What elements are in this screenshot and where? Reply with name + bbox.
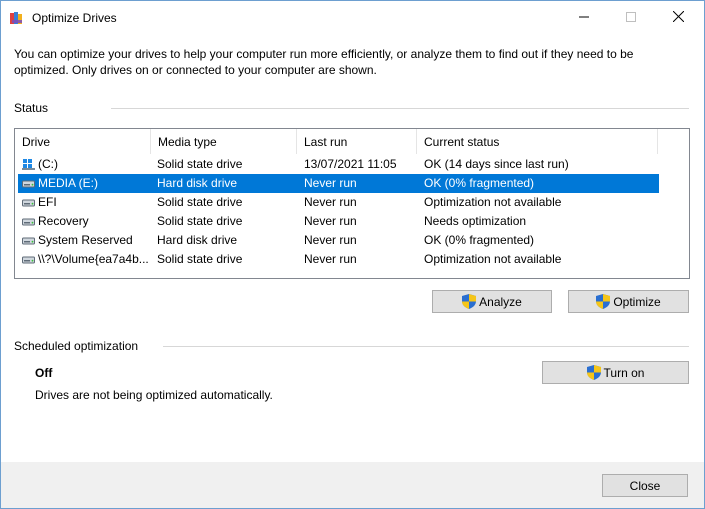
close-button[interactable]: Close (602, 474, 688, 497)
description-text: You can optimize your drives to help you… (14, 47, 634, 77)
last-run: Never run (304, 214, 357, 228)
last-run: 13/07/2021 11:05 (304, 157, 397, 171)
analyze-button-label: Analyze (479, 294, 522, 309)
drive-name: Recovery (38, 214, 89, 228)
drive-name: EFI (38, 195, 57, 209)
window-title: Optimize Drives (32, 11, 117, 25)
drive-row[interactable]: (C:) Solid state drive 13/07/2021 11:05 OK … (18, 155, 659, 174)
column-header-current-status[interactable]: Current status (417, 129, 658, 154)
defrag-icon (10, 11, 24, 25)
footer-bar: Close (1, 462, 704, 508)
close-icon (672, 10, 684, 25)
current-status: OK (14 days since last run) (424, 157, 569, 171)
column-header-last-run[interactable]: Last run (297, 129, 417, 154)
current-status: Needs optimization (424, 214, 527, 228)
drive-row[interactable]: Recovery Solid state drive Never run Needs … (18, 212, 659, 231)
media-type: Hard disk drive (157, 233, 238, 247)
drive-icon (22, 254, 35, 265)
drive-row[interactable]: System Reserved Hard disk drive Never run O… (18, 231, 659, 250)
last-run: Never run (304, 195, 357, 209)
minimize-button[interactable] (561, 1, 607, 35)
drive-name: System Reserved (38, 233, 133, 247)
turn-on-button-label: Turn on (603, 365, 645, 380)
last-run: Never run (304, 176, 357, 190)
status-section-label: Status (14, 101, 49, 115)
scheduled-divider (163, 346, 689, 347)
close-window-button[interactable] (655, 1, 701, 35)
current-status: OK (0% fragmented) (424, 233, 535, 247)
schedule-description: Drives are not being optimized automatic… (35, 388, 273, 402)
analyze-button[interactable]: Analyze (432, 290, 552, 313)
media-type: Solid state drive (157, 214, 243, 228)
last-run: Never run (304, 233, 357, 247)
schedule-state: Off (35, 366, 53, 380)
optimize-drives-window: Optimize Drives You can optimize your dr… (0, 0, 705, 509)
optimize-button-label: Optimize (613, 294, 661, 309)
maximize-button[interactable] (608, 1, 654, 35)
drive-name: \\?\Volume{ea7a4b... (38, 252, 149, 266)
media-type: Solid state drive (157, 195, 243, 209)
close-button-label: Close (629, 478, 661, 493)
drive-icon (22, 178, 35, 189)
drive-name: (C:) (38, 157, 58, 171)
column-header-drive[interactable]: Drive (15, 129, 151, 154)
current-status: OK (0% fragmented) (424, 176, 535, 190)
drive-row[interactable]: EFI Solid state drive Never run Optimizatio… (18, 193, 659, 212)
drive-icon (22, 235, 35, 246)
uac-shield-icon (586, 365, 601, 380)
windows-drive-icon (22, 159, 35, 170)
drive-list[interactable]: Drive Media type Last run Current status… (14, 128, 690, 279)
drive-name: MEDIA (E:) (38, 176, 99, 190)
status-divider (111, 108, 689, 109)
current-status: Optimization not available (424, 195, 562, 209)
scheduled-section-label: Scheduled optimization (14, 339, 139, 353)
current-status: Optimization not available (424, 252, 562, 266)
drive-row[interactable]: MEDIA (E:) Hard disk drive Never run OK (0%… (18, 174, 659, 193)
media-type: Hard disk drive (157, 176, 238, 190)
column-header-media-type[interactable]: Media type (151, 129, 297, 154)
last-run: Never run (304, 252, 357, 266)
optimize-button[interactable]: Optimize (568, 290, 689, 313)
title-bar[interactable]: Optimize Drives (1, 1, 704, 35)
minimize-icon (579, 11, 589, 25)
turn-on-button[interactable]: Turn on (542, 361, 689, 384)
media-type: Solid state drive (157, 252, 243, 266)
uac-shield-icon (596, 294, 611, 309)
maximize-icon (626, 11, 636, 25)
media-type: Solid state drive (157, 157, 243, 171)
drive-icon (22, 197, 35, 208)
uac-shield-icon (462, 294, 477, 309)
drive-icon (22, 216, 35, 227)
drive-row[interactable]: \\?\Volume{ea7a4b... Solid state drive Nev… (18, 250, 659, 269)
